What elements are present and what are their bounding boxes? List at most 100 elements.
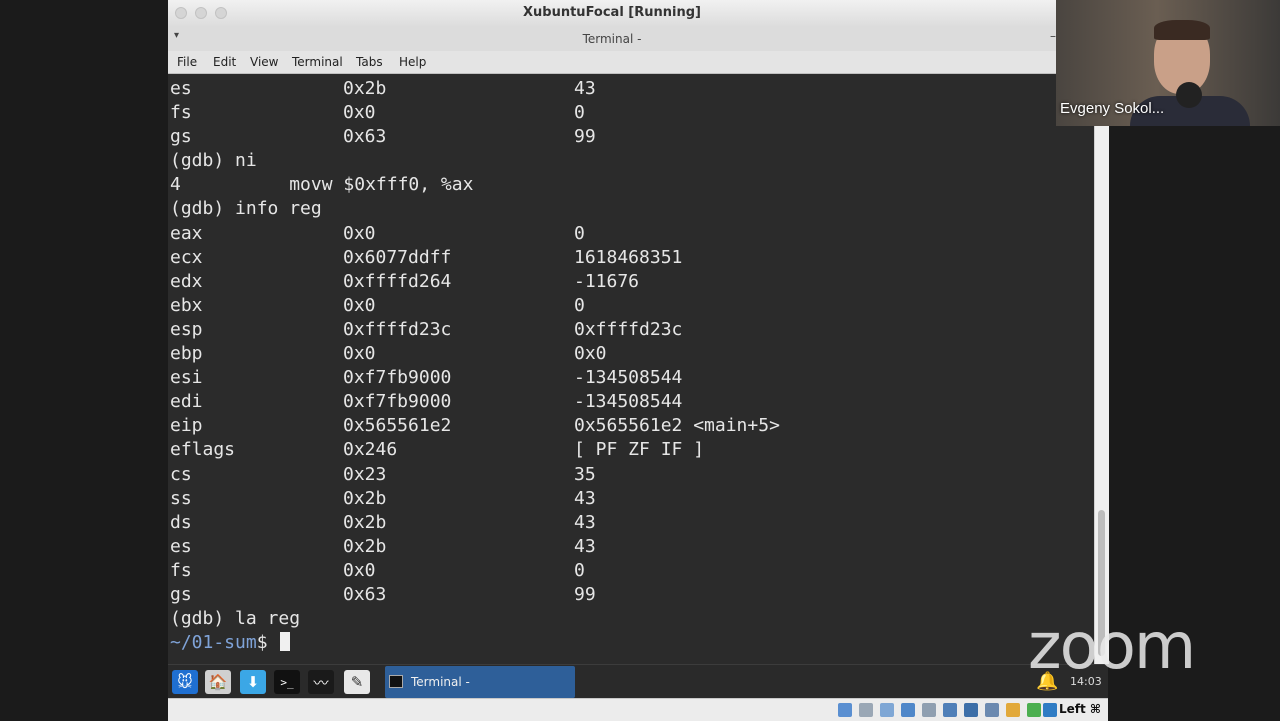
terminal-line: (gdb) la reg — [170, 608, 301, 630]
register-hex: 0xf7fb9000 — [343, 367, 452, 389]
file-manager-icon[interactable]: 🏠 — [205, 670, 231, 694]
downloads-icon[interactable]: ⬇ — [240, 670, 266, 694]
menu-tabs[interactable]: Tabs — [356, 55, 383, 69]
terminal-titlebar: ▾ Terminal - – — [168, 27, 1056, 52]
register-value: 1618468351 — [574, 246, 683, 268]
menu-file[interactable]: File — [177, 55, 197, 69]
register-hex: 0x2b — [343, 487, 387, 509]
register-row: gs 0x63 99 — [170, 125, 596, 149]
prompt-symbol: $ — [256, 632, 279, 654]
participant-name: Evgeny Sokol... — [1060, 100, 1165, 117]
register-row: edx 0xffffd264 -11676 — [170, 270, 639, 294]
register-value: 0 — [574, 559, 585, 581]
register-value: 99 — [574, 583, 596, 605]
recording-icon[interactable] — [985, 703, 999, 717]
register-row: gs 0x63 99 — [170, 583, 596, 607]
audio-icon[interactable] — [880, 703, 894, 717]
vbox-statusbar: Left ⌘ — [168, 698, 1108, 721]
register-hex: 0x0 — [343, 559, 376, 581]
register-hex: 0x23 — [343, 463, 387, 485]
register-row: es 0x2b 43 — [170, 77, 596, 101]
xfce-menu-icon[interactable]: 🐭 — [172, 670, 198, 694]
register-hex: 0x2b — [343, 78, 387, 99]
menu-view[interactable]: View — [250, 55, 278, 69]
register-hex: 0x6077ddff — [343, 246, 452, 268]
register-row: eip 0x565561e2 0x565561e2 <main+5> — [170, 414, 780, 438]
register-hex: 0x0 — [343, 102, 376, 124]
register-name: edx — [170, 270, 203, 292]
register-value: -134508544 — [574, 367, 683, 389]
vbox-titlebar: XubuntuFocal [Running] — [168, 0, 1056, 28]
register-row: ebp 0x0 0x0 — [170, 342, 607, 366]
terminal-icon[interactable]: >_ — [274, 670, 300, 694]
register-name: esi — [170, 367, 203, 389]
register-hex: 0x63 — [343, 583, 387, 605]
register-hex: 0xffffd23c — [343, 318, 452, 340]
register-row: edi 0xf7fb9000 -134508544 — [170, 390, 682, 414]
register-value: [ PF ZF IF ] — [574, 439, 705, 461]
menu-help[interactable]: Help — [399, 55, 426, 69]
host-key-label: Left ⌘ — [1059, 702, 1102, 716]
terminal-scrollbar[interactable] — [1094, 126, 1109, 664]
virtualbox-window: XubuntuFocal [Running] ▾ Terminal - – Fi… — [168, 0, 1096, 720]
register-hex: 0x0 — [343, 294, 376, 316]
display-icon[interactable] — [964, 703, 978, 717]
register-value: 0x0 — [574, 343, 607, 365]
register-name: gs — [170, 583, 192, 605]
register-row: esp 0xffffd23c 0xffffd23c — [170, 318, 682, 342]
register-name: fs — [170, 102, 192, 124]
register-row: ebx 0x0 0 — [170, 294, 585, 318]
register-name: ecx — [170, 246, 203, 268]
register-name: ss — [170, 487, 192, 509]
usb-icon[interactable] — [922, 703, 936, 717]
register-row: fs 0x0 0 — [170, 101, 585, 125]
register-row: es 0x2b 43 — [170, 535, 596, 559]
menu-terminal[interactable]: Terminal — [292, 55, 343, 69]
register-hex: 0xffffd264 — [343, 270, 452, 292]
register-name: edi — [170, 391, 203, 413]
register-name: es — [170, 78, 192, 99]
task-manager-icon[interactable]: 〰 — [308, 670, 334, 694]
terminal-line: 4 movw $0xfff0, %ax — [170, 174, 474, 196]
cpu-icon[interactable] — [1006, 703, 1020, 717]
menu-edit[interactable]: Edit — [213, 55, 236, 69]
register-row: eax 0x0 0 — [170, 222, 585, 246]
text-editor-icon[interactable]: ✎ — [344, 670, 370, 694]
shared-folders-icon[interactable] — [943, 703, 957, 717]
optical-drive-icon[interactable] — [859, 703, 873, 717]
speaker-hair — [1154, 20, 1210, 40]
register-name: cs — [170, 463, 192, 485]
register-value: -11676 — [574, 270, 640, 292]
register-hex: 0x2b — [343, 511, 387, 533]
register-name: eflags — [170, 439, 236, 461]
register-name: ebp — [170, 343, 203, 365]
register-hex: 0xf7fb9000 — [343, 391, 452, 413]
register-hex: 0x63 — [343, 126, 387, 148]
mouse-integration-icon[interactable] — [1027, 703, 1041, 717]
keyboard-capture-icon[interactable] — [1043, 703, 1057, 717]
terminal-title: Terminal - — [582, 32, 642, 46]
zoom-watermark: zoom — [1028, 610, 1196, 684]
terminal-lines: es 0x2b 43 fs 0x0 0 gs 0x63 99 (gdb) ni 4 movw $0x… — [170, 77, 780, 655]
register-row: ds 0x2b 43 — [170, 511, 596, 535]
register-value: 0 — [574, 222, 585, 244]
register-name: es — [170, 535, 192, 557]
register-value: 0x565561e2 <main+5> — [574, 415, 780, 437]
register-value: 99 — [574, 126, 596, 148]
shell-prompt[interactable]: ~/01-sum$ — [170, 631, 473, 655]
terminal-window-icon — [389, 675, 403, 688]
network-icon[interactable] — [901, 703, 915, 717]
xfce-panel: 🐭 🏠 ⬇ >_ 〰 ✎ Terminal - 🔔 14:03 — [168, 664, 1108, 699]
register-value: 0 — [574, 102, 585, 124]
terminal-output[interactable]: es 0x2b 43 fs 0x0 0 gs 0x63 99 (gdb) ni 4 movw $0x… — [168, 74, 1096, 664]
register-name: ds — [170, 511, 192, 533]
hard-disk-icon[interactable] — [838, 703, 852, 717]
register-row: esi 0xf7fb9000 -134508544 — [170, 366, 682, 390]
register-value: 35 — [574, 463, 596, 485]
register-hex: 0x565561e2 — [343, 415, 452, 437]
taskbar-terminal-button[interactable]: Terminal - — [385, 666, 575, 698]
register-value: 43 — [574, 535, 596, 557]
register-name: esp — [170, 318, 203, 340]
register-row: ecx 0x6077ddff 1618468351 — [170, 246, 682, 270]
terminal-line: (gdb) ni — [170, 150, 257, 172]
